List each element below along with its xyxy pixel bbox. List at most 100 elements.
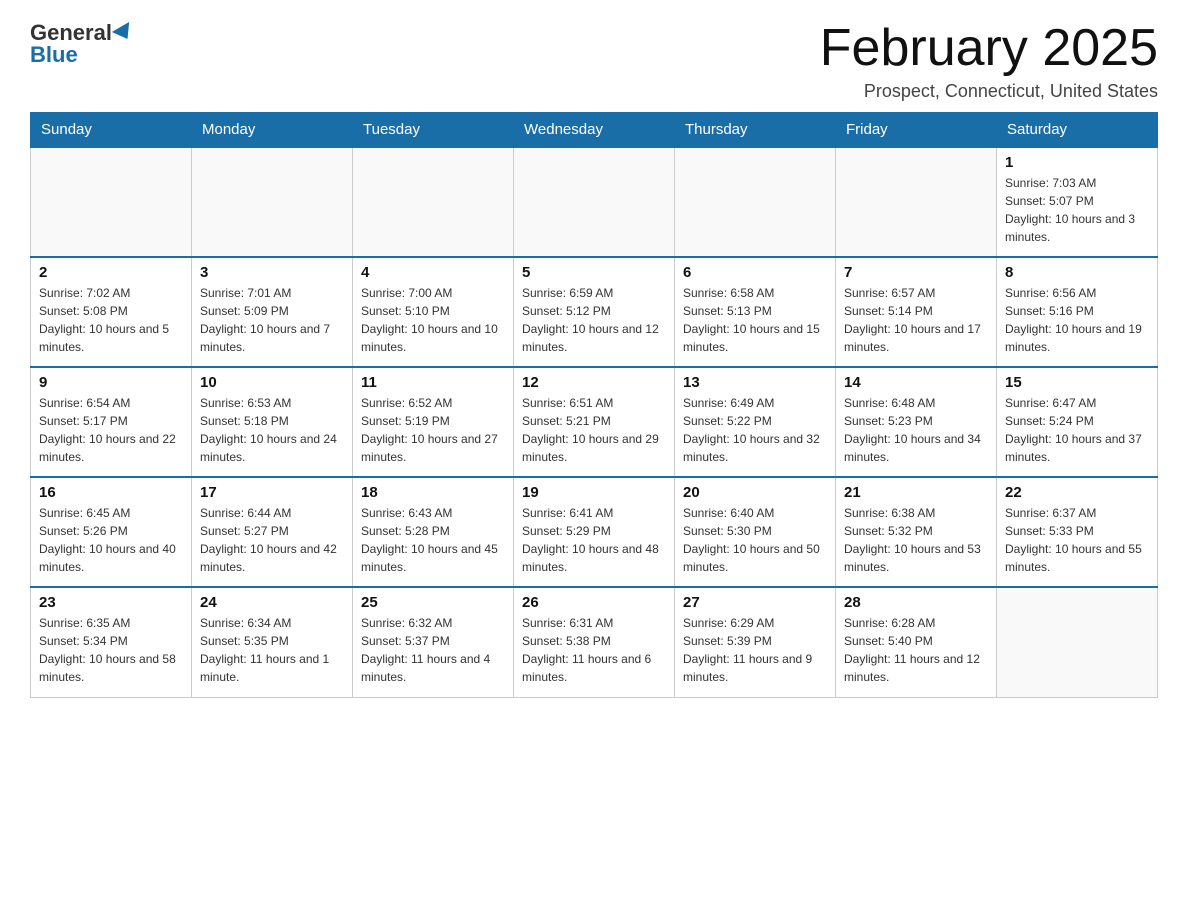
day-info: Sunrise: 6:38 AMSunset: 5:32 PMDaylight:… (844, 504, 988, 576)
day-info: Sunrise: 6:43 AMSunset: 5:28 PMDaylight:… (361, 504, 505, 576)
day-info: Sunrise: 6:45 AMSunset: 5:26 PMDaylight:… (39, 504, 183, 576)
weekday-header-monday: Monday (192, 113, 353, 148)
calendar-cell: 19 Sunrise: 6:41 AMSunset: 5:29 PMDayligh… (514, 477, 675, 587)
calendar-cell (31, 147, 192, 257)
day-number: 19 (522, 484, 666, 501)
day-number: 18 (361, 484, 505, 501)
day-number: 27 (683, 594, 827, 611)
calendar-cell: 10 Sunrise: 6:53 AMSunset: 5:18 PMDayligh… (192, 367, 353, 477)
calendar-cell: 2 Sunrise: 7:02 AMSunset: 5:08 PMDaylight… (31, 257, 192, 367)
day-info: Sunrise: 6:40 AMSunset: 5:30 PMDaylight:… (683, 504, 827, 576)
day-number: 10 (200, 374, 344, 391)
calendar-cell: 11 Sunrise: 6:52 AMSunset: 5:19 PMDayligh… (353, 367, 514, 477)
day-number: 12 (522, 374, 666, 391)
calendar-cell: 27 Sunrise: 6:29 AMSunset: 5:39 PMDayligh… (675, 587, 836, 697)
logo-blue: Blue (30, 42, 78, 68)
day-number: 21 (844, 484, 988, 501)
weekday-header-friday: Friday (836, 113, 997, 148)
day-info: Sunrise: 6:31 AMSunset: 5:38 PMDaylight:… (522, 614, 666, 686)
calendar-cell: 20Sunrise: 6:40 AMSunset: 5:30 PMDayligh… (675, 477, 836, 587)
day-number: 9 (39, 374, 183, 391)
day-info: Sunrise: 6:35 AMSunset: 5:34 PMDaylight:… (39, 614, 183, 686)
day-number: 11 (361, 374, 505, 391)
calendar-cell: 7 Sunrise: 6:57 AMSunset: 5:14 PMDaylight… (836, 257, 997, 367)
calendar-cell: 14Sunrise: 6:48 AMSunset: 5:23 PMDayligh… (836, 367, 997, 477)
calendar-cell: 24 Sunrise: 6:34 AMSunset: 5:35 PMDayligh… (192, 587, 353, 697)
day-info: Sunrise: 7:01 AMSunset: 5:09 PMDaylight:… (200, 284, 344, 356)
calendar-cell (997, 587, 1158, 697)
logo-triangle-icon (112, 22, 136, 44)
calendar-cell (353, 147, 514, 257)
calendar-cell (514, 147, 675, 257)
day-number: 25 (361, 594, 505, 611)
day-info: Sunrise: 6:29 AMSunset: 5:39 PMDaylight:… (683, 614, 827, 686)
day-number: 14 (844, 374, 988, 391)
week-row-1: 1Sunrise: 7:03 AMSunset: 5:07 PMDaylight… (31, 147, 1158, 257)
weekday-header-saturday: Saturday (997, 113, 1158, 148)
weekday-header-thursday: Thursday (675, 113, 836, 148)
weekday-header-tuesday: Tuesday (353, 113, 514, 148)
calendar-cell: 26 Sunrise: 6:31 AMSunset: 5:38 PMDayligh… (514, 587, 675, 697)
calendar-cell: 21 Sunrise: 6:38 AMSunset: 5:32 PMDayligh… (836, 477, 997, 587)
weekday-header-wednesday: Wednesday (514, 113, 675, 148)
day-info: Sunrise: 7:00 AMSunset: 5:10 PMDaylight:… (361, 284, 505, 356)
calendar-cell: 13 Sunrise: 6:49 AMSunset: 5:22 PMDayligh… (675, 367, 836, 477)
header: General Blue February 2025 Prospect, Con… (30, 20, 1158, 102)
day-info: Sunrise: 6:59 AMSunset: 5:12 PMDaylight:… (522, 284, 666, 356)
calendar-cell: 16Sunrise: 6:45 AMSunset: 5:26 PMDayligh… (31, 477, 192, 587)
calendar-cell (192, 147, 353, 257)
day-info: Sunrise: 6:51 AMSunset: 5:21 PMDaylight:… (522, 394, 666, 466)
day-info: Sunrise: 6:52 AMSunset: 5:19 PMDaylight:… (361, 394, 505, 466)
logo: General Blue (30, 20, 136, 68)
calendar-cell: 22Sunrise: 6:37 AMSunset: 5:33 PMDayligh… (997, 477, 1158, 587)
calendar-cell: 12 Sunrise: 6:51 AMSunset: 5:21 PMDayligh… (514, 367, 675, 477)
day-number: 8 (1005, 264, 1149, 281)
calendar-cell: 4Sunrise: 7:00 AMSunset: 5:10 PMDaylight… (353, 257, 514, 367)
calendar-cell: 6 Sunrise: 6:58 AMSunset: 5:13 PMDaylight… (675, 257, 836, 367)
week-row-4: 16Sunrise: 6:45 AMSunset: 5:26 PMDayligh… (31, 477, 1158, 587)
day-info: Sunrise: 6:49 AMSunset: 5:22 PMDaylight:… (683, 394, 827, 466)
calendar-cell: 8 Sunrise: 6:56 AMSunset: 5:16 PMDaylight… (997, 257, 1158, 367)
day-info: Sunrise: 6:32 AMSunset: 5:37 PMDaylight:… (361, 614, 505, 686)
calendar-cell: 28 Sunrise: 6:28 AMSunset: 5:40 PMDayligh… (836, 587, 997, 697)
calendar-cell: 5 Sunrise: 6:59 AMSunset: 5:12 PMDaylight… (514, 257, 675, 367)
calendar-table: SundayMondayTuesdayWednesdayThursdayFrid… (30, 112, 1158, 698)
day-number: 7 (844, 264, 988, 281)
calendar-cell (675, 147, 836, 257)
weekday-header-row: SundayMondayTuesdayWednesdayThursdayFrid… (31, 113, 1158, 148)
month-title: February 2025 (820, 20, 1158, 77)
day-info: Sunrise: 6:34 AMSunset: 5:35 PMDaylight:… (200, 614, 344, 686)
day-info: Sunrise: 6:57 AMSunset: 5:14 PMDaylight:… (844, 284, 988, 356)
calendar-cell: 17 Sunrise: 6:44 AMSunset: 5:27 PMDayligh… (192, 477, 353, 587)
day-number: 5 (522, 264, 666, 281)
calendar-cell: 3 Sunrise: 7:01 AMSunset: 5:09 PMDaylight… (192, 257, 353, 367)
day-number: 23 (39, 594, 183, 611)
calendar-cell: 25 Sunrise: 6:32 AMSunset: 5:37 PMDayligh… (353, 587, 514, 697)
week-row-5: 23 Sunrise: 6:35 AMSunset: 5:34 PMDayligh… (31, 587, 1158, 697)
day-number: 17 (200, 484, 344, 501)
day-info: Sunrise: 6:56 AMSunset: 5:16 PMDaylight:… (1005, 284, 1149, 356)
day-info: Sunrise: 6:47 AMSunset: 5:24 PMDaylight:… (1005, 394, 1149, 466)
day-number: 1 (1005, 154, 1149, 171)
day-number: 2 (39, 264, 183, 281)
location-subtitle: Prospect, Connecticut, United States (820, 81, 1158, 102)
day-number: 24 (200, 594, 344, 611)
day-info: Sunrise: 6:44 AMSunset: 5:27 PMDaylight:… (200, 504, 344, 576)
day-info: Sunrise: 6:28 AMSunset: 5:40 PMDaylight:… (844, 614, 988, 686)
day-info: Sunrise: 7:02 AMSunset: 5:08 PMDaylight:… (39, 284, 183, 356)
day-number: 15 (1005, 374, 1149, 391)
day-number: 28 (844, 594, 988, 611)
day-info: Sunrise: 6:53 AMSunset: 5:18 PMDaylight:… (200, 394, 344, 466)
day-info: Sunrise: 6:41 AMSunset: 5:29 PMDaylight:… (522, 504, 666, 576)
day-number: 26 (522, 594, 666, 611)
day-number: 13 (683, 374, 827, 391)
calendar-cell: 15 Sunrise: 6:47 AMSunset: 5:24 PMDayligh… (997, 367, 1158, 477)
week-row-3: 9 Sunrise: 6:54 AMSunset: 5:17 PMDaylight… (31, 367, 1158, 477)
day-info: Sunrise: 6:54 AMSunset: 5:17 PMDaylight:… (39, 394, 183, 466)
day-number: 3 (200, 264, 344, 281)
weekday-header-sunday: Sunday (31, 113, 192, 148)
day-number: 6 (683, 264, 827, 281)
day-info: Sunrise: 6:58 AMSunset: 5:13 PMDaylight:… (683, 284, 827, 356)
week-row-2: 2 Sunrise: 7:02 AMSunset: 5:08 PMDaylight… (31, 257, 1158, 367)
calendar-cell (836, 147, 997, 257)
